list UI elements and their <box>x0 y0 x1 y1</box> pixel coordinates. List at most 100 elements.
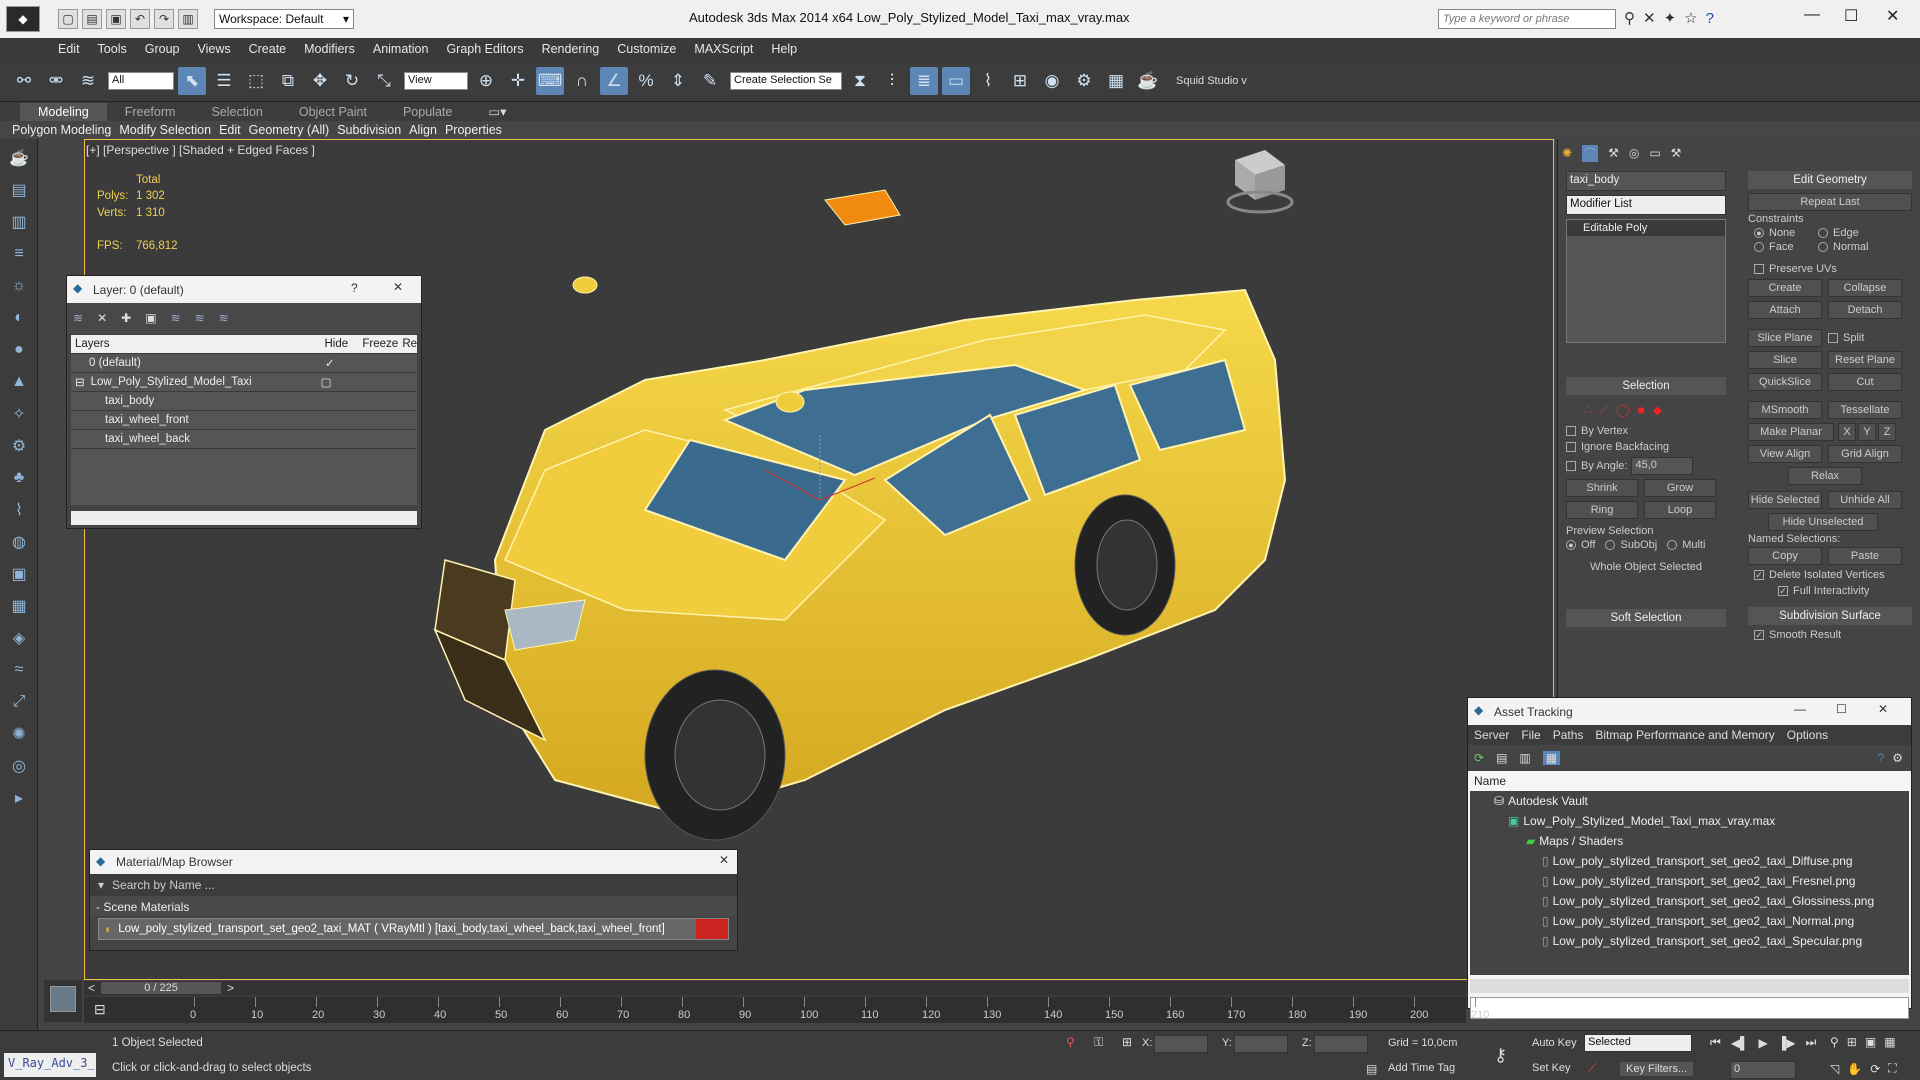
pan-icon[interactable]: ✋ <box>1847 1062 1862 1076</box>
constraint-edge-radio[interactable]: Edge <box>1818 227 1859 239</box>
ribbon-align[interactable]: Align <box>409 123 437 137</box>
create-tab-icon[interactable]: ✺ <box>1562 146 1572 160</box>
ribbon-options-icon[interactable]: ▭▾ <box>470 102 524 121</box>
next-key-icon[interactable]: ▐▶ <box>1778 1036 1796 1050</box>
loop-button[interactable]: Loop <box>1644 501 1716 519</box>
slice-button[interactable]: Slice <box>1748 351 1822 369</box>
soft-selection-rollout-header[interactable]: Soft Selection <box>1566 609 1726 627</box>
help-icon[interactable]: ? <box>351 281 358 295</box>
layer-row[interactable]: taxi_body <box>71 392 417 411</box>
prev-key-icon[interactable]: ◀▌ <box>1731 1036 1749 1050</box>
planar-z-button[interactable]: Z <box>1878 423 1896 441</box>
time-tag-icon[interactable]: ▤ <box>1366 1062 1377 1076</box>
zoom-icon[interactable]: ⚲ <box>1830 1035 1839 1049</box>
angle-input[interactable]: 45,0 <box>1631 457 1694 475</box>
detach-button[interactable]: Detach <box>1828 301 1902 319</box>
ribbon-subdivision[interactable]: Subdivision <box>337 123 401 137</box>
mirror-icon[interactable]: ⧗ <box>846 67 874 95</box>
layer-hscrollbar[interactable] <box>71 511 417 525</box>
shrink-button[interactable]: Shrink <box>1566 479 1638 497</box>
reset-plane-button[interactable]: Reset Plane <box>1828 351 1902 369</box>
menu-create[interactable]: Create <box>249 42 287 56</box>
preserve-uvs-checkbox[interactable]: Preserve UVs <box>1754 263 1912 275</box>
modify-tab-icon[interactable]: ⌒ <box>1582 144 1599 162</box>
tab-selection[interactable]: Selection <box>193 103 280 121</box>
layer-row[interactable]: ⊟ Low_Poly_Stylized_Model_Taxi ▢ <box>71 373 417 392</box>
new-file-icon[interactable]: ▢ <box>58 9 78 29</box>
menu-tools[interactable]: Tools <box>98 42 127 56</box>
settings-icon[interactable]: ⚙ <box>1892 751 1903 765</box>
material-icon[interactable]: ◎ <box>5 753 33 779</box>
light-icon[interactable]: ☼ <box>5 273 33 299</box>
ribbon-geometry-all[interactable]: Geometry (All) <box>249 123 330 137</box>
table-view-icon[interactable]: ▦ <box>1542 751 1561 765</box>
select-by-name-icon[interactable]: ☰ <box>210 67 238 95</box>
delete-layer-icon[interactable]: ✕ <box>97 311 107 325</box>
menu-edit[interactable]: Edit <box>58 42 80 56</box>
selection-rollout-header[interactable]: Selection <box>1566 377 1726 395</box>
asset-row[interactable]: ⛁ Autodesk Vault <box>1470 791 1909 811</box>
layer-row[interactable]: taxi_wheel_back <box>71 430 417 449</box>
tab-populate[interactable]: Populate <box>385 103 470 121</box>
list-view-icon[interactable]: ▤ <box>1496 751 1507 765</box>
favorites-icon[interactable]: ☆ <box>1684 9 1697 27</box>
collapse-button[interactable]: Collapse <box>1828 279 1902 297</box>
fov-icon[interactable]: ◹ <box>1830 1062 1839 1076</box>
globe-icon[interactable]: ◍ <box>5 529 33 555</box>
workspace-dropdown[interactable]: Workspace: Default ▾ <box>214 9 354 29</box>
ribbon-toggle-icon[interactable]: ▭ <box>942 66 970 95</box>
angle-snap-icon[interactable]: ∠ <box>600 66 628 95</box>
undo-icon[interactable]: ↶ <box>130 9 150 29</box>
constraint-normal-radio[interactable]: Normal <box>1818 241 1868 253</box>
close-icon[interactable]: ✕ <box>393 280 403 294</box>
menu-modifiers[interactable]: Modifiers <box>304 42 355 56</box>
object-name-field[interactable]: taxi_body <box>1566 171 1726 191</box>
maximize-icon[interactable]: ☐ <box>1836 702 1847 716</box>
lock-selection-icon[interactable]: ⚿ <box>1094 1035 1103 1050</box>
auto-key-button[interactable]: Auto Key <box>1532 1037 1577 1049</box>
sphere-icon[interactable]: ● <box>5 337 33 363</box>
close-icon[interactable]: ✕ <box>1878 702 1888 716</box>
bind-spacewarp-icon[interactable]: ≋ <box>74 67 102 95</box>
link-icon[interactable]: ⚯ <box>10 67 38 95</box>
layer-row[interactable]: 0 (default) ✓ <box>71 354 417 373</box>
teapot-icon[interactable]: ☕ <box>5 145 33 171</box>
camera-icon[interactable]: ◐ <box>5 305 33 331</box>
cut-button[interactable]: Cut <box>1828 373 1902 391</box>
create-button[interactable]: Create <box>1748 279 1822 297</box>
view-align-button[interactable]: View Align <box>1748 445 1822 463</box>
cone-icon[interactable]: ▲ <box>5 369 33 395</box>
binoculars-icon[interactable]: ⚲ <box>1624 9 1635 27</box>
vertex-icon[interactable]: ∴ <box>1584 403 1592 417</box>
rotate-icon[interactable]: ↻ <box>338 67 366 95</box>
named-selection-dropdown[interactable]: Create Selection Se <box>730 71 842 90</box>
relax-button[interactable]: Relax <box>1788 467 1862 485</box>
selection-filter-dropdown[interactable]: All <box>108 71 174 90</box>
render-production-icon[interactable]: ☕ <box>1134 67 1162 95</box>
menu-views[interactable]: Views <box>197 42 230 56</box>
panel-icon[interactable]: ▥ <box>5 209 33 235</box>
ref-coord-dropdown[interactable]: View <box>404 71 468 90</box>
close-icon[interactable]: ✕ <box>719 853 729 867</box>
zoom-all-icon[interactable]: ⊞ <box>1847 1035 1857 1049</box>
goto-end-icon[interactable]: ⏭ <box>1806 1035 1817 1050</box>
tools-icon[interactable]: ✕ <box>1643 9 1656 27</box>
window-crossing-icon[interactable]: ⧉ <box>274 67 302 95</box>
hide-selected-button[interactable]: Hide Selected <box>1748 491 1822 509</box>
scene-materials-header[interactable]: - Scene Materials <box>90 896 737 916</box>
menu-animation[interactable]: Animation <box>373 42 429 56</box>
quickslice-button[interactable]: QuickSlice <box>1748 373 1822 391</box>
z-coord-input[interactable] <box>1314 1035 1368 1053</box>
layer-dialog-header[interactable]: ◆ Layer: 0 (default) ? ✕ <box>67 276 421 303</box>
set-key-button[interactable]: Set Key <box>1532 1062 1571 1074</box>
minus-icon[interactable]: ⊟ <box>75 375 85 389</box>
unlink-icon[interactable]: ⚮ <box>42 67 70 95</box>
scene-explorer-icon[interactable]: ▤ <box>5 177 33 203</box>
preview-off-radio[interactable]: ● Off <box>1566 539 1595 551</box>
object-icon[interactable]: ◈ <box>5 625 33 651</box>
grid-align-button[interactable]: Grid Align <box>1828 445 1902 463</box>
dropdown-arrow-icon[interactable]: ▾ <box>98 878 104 892</box>
menu-customize[interactable]: Customize <box>617 42 676 56</box>
close-icon[interactable]: ✕ <box>1886 6 1899 26</box>
col-render[interactable]: Re <box>402 338 417 350</box>
